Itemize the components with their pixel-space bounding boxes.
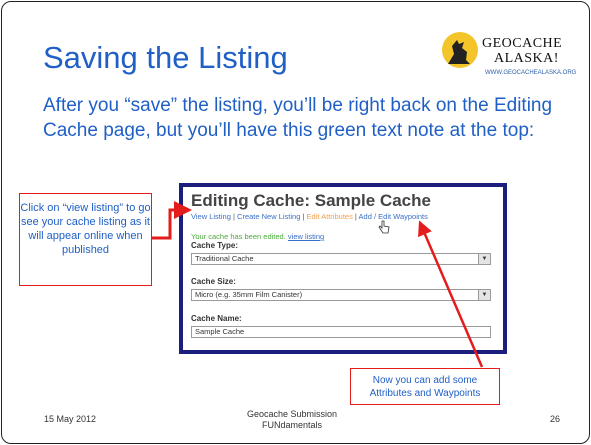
slide: Saving the Listing GEOCACHE ALASKA! WWW.… [1,1,590,444]
annotation-arrows [152,201,484,368]
right-callout-arrow [418,220,484,368]
attributes-waypoints-callout: Now you can add some Attributes and Wayp… [350,368,500,405]
page-number: 26 [550,414,561,424]
left-callout-arrow [152,201,192,240]
footer-date: 15 May 2012 [44,414,97,424]
footer-title: Geocache Submission FUNdamentals [246,409,338,430]
